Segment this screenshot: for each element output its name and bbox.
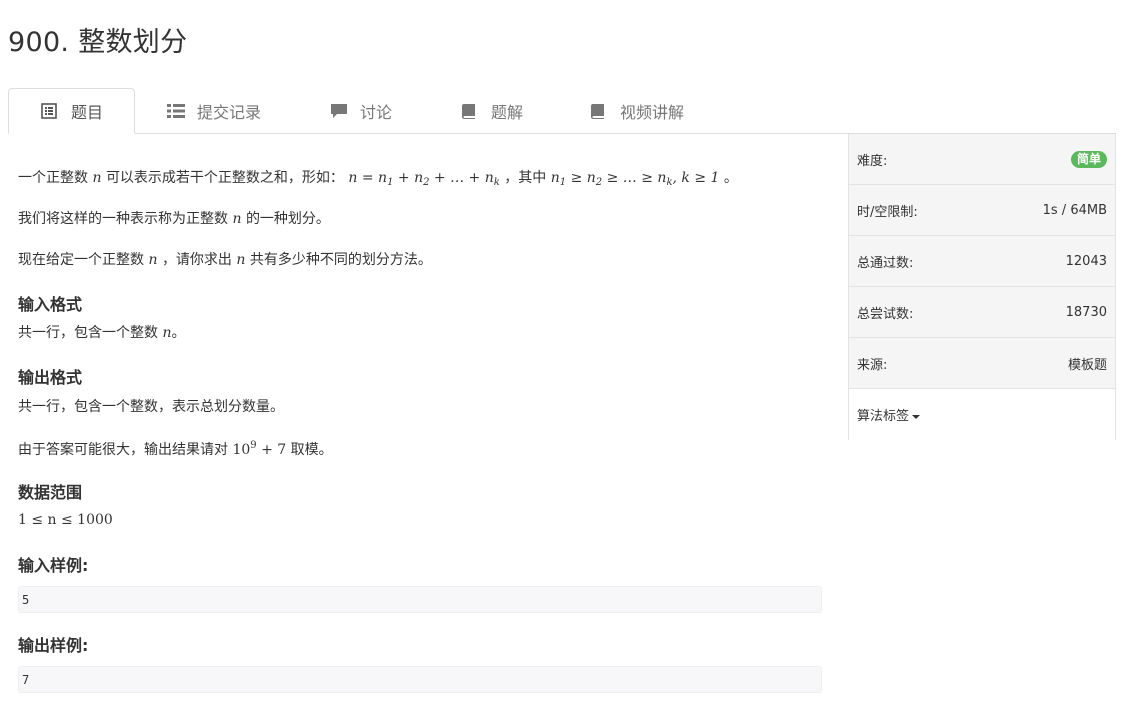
modulo-expression: 109 + 7 [232,440,287,458]
partition-formula: n = n1 + n2 + … + nk [348,170,500,188]
problem-info-panel: 难度: 简单 时/空限制: 1s / 64MB 总通过数: 12043 总尝试数… [848,134,1116,440]
sample-output-box[interactable]: 7 [18,666,822,693]
accepted-value: 12043 [1065,253,1107,269]
tab-problem[interactable]: 题目 [8,88,135,134]
comment-icon [330,103,348,119]
sample-output-heading: 输出样例: [18,636,89,655]
tab-solutions[interactable]: 题解 [461,88,523,134]
order-condition: n1 ≥ n2 ≥ … ≥ nk, k ≥ 1 [550,170,720,188]
output-format-heading: 输出格式 [18,368,83,387]
accepted-row: 总通过数: 12043 [849,236,1115,287]
accepted-label: 总通过数: [857,255,914,271]
tab-video-label: 视频讲解 [620,103,685,122]
difficulty-badge: 简单 [1070,150,1107,168]
tab-video[interactable]: 视频讲解 [590,88,684,134]
limit-value: 1s / 64MB [1042,202,1107,218]
limit-row: 时/空限制: 1s / 64MB [849,185,1115,236]
book-icon [461,103,479,119]
data-range-text: 1 ≤ n ≤ 1000 [18,512,113,528]
tab-submissions-label: 提交记录 [197,103,262,122]
page-title: 900. 整数划分 [8,27,188,58]
modulo-note: 由于答案可能很大，输出结果请对 109 + 7 取模。 [18,440,333,458]
sample-input-heading: 输入样例: [18,556,89,575]
problem-tabs: 题目 提交记录 讨论 题解 视频讲解 [8,88,1116,134]
attempts-label: 总尝试数: [857,306,914,322]
source-label: 来源: [857,357,888,373]
difficulty-label: 难度: [857,153,888,169]
sample-input-box[interactable]: 5 [18,586,822,613]
limit-label: 时/空限制: [857,204,918,220]
caret-down-icon [912,414,921,419]
tab-discussion-label: 讨论 [360,103,393,122]
data-range-heading: 数据范围 [18,483,83,502]
source-value: 模板题 [1067,357,1107,373]
difficulty-row: 难度: 简单 [849,134,1115,185]
description-paragraph: 一个正整数 n 可以表示成若干个正整数之和，形如： n = n1 + n2 + … [18,170,738,188]
source-row: 来源: 模板题 [849,338,1115,389]
description-paragraph: 我们将这样的一种表示称为正整数 n 的一种划分。 [18,211,330,227]
algorithm-tags-toggle[interactable]: 算法标签 [849,389,1115,440]
output-format-text: 共一行，包含一个整数，表示总划分数量。 [18,399,284,415]
attempts-row: 总尝试数: 18730 [849,287,1115,338]
tab-discussion[interactable]: 讨论 [330,88,392,134]
tab-solutions-label: 题解 [491,103,524,122]
input-format-text: 共一行，包含一个整数 n。 [18,325,186,341]
tab-submissions[interactable]: 提交记录 [167,88,261,134]
list-icon [167,103,185,119]
input-format-heading: 输入格式 [18,295,83,314]
attempts-value: 18730 [1065,304,1107,320]
description-paragraph: 现在给定一个正整数 n ，请你求出 n 共有多少种不同的划分方法。 [18,252,432,268]
algorithm-tags-label: 算法标签 [857,409,910,424]
list-alt-icon [41,103,59,119]
book-icon [590,103,608,119]
tab-problem-label: 题目 [71,103,104,122]
